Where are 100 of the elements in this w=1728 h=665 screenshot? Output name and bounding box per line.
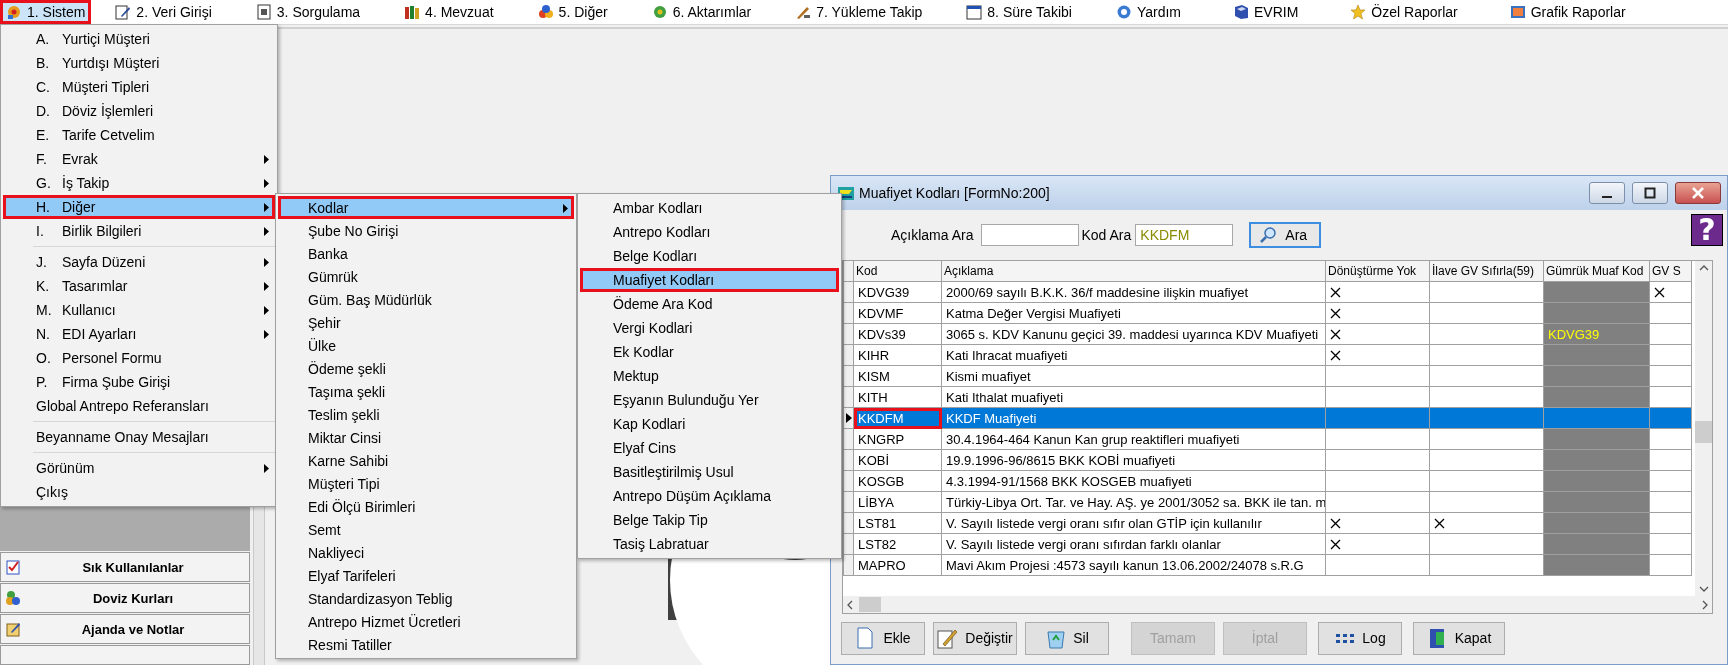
table-cell: MAPRO	[853, 554, 942, 576]
menu-item[interactable]: Taşıma şekli	[278, 380, 574, 403]
menu-item[interactable]: Antrepo Hizmet Ücretleri	[278, 610, 574, 633]
menu-item[interactable]: G. İş Takip	[3, 171, 275, 195]
chevron-left-icon	[847, 599, 853, 610]
action-button[interactable]: Log	[1318, 621, 1402, 655]
column-header[interactable]: Açıklama	[941, 261, 1326, 282]
menu-item[interactable]: Şube No Girişi	[278, 219, 574, 242]
action-button[interactable]: Ekle	[841, 621, 925, 655]
menu-item[interactable]: Gümrük	[278, 265, 574, 288]
row-header[interactable]	[843, 407, 854, 429]
menu-item[interactable]: Kodlar	[278, 196, 574, 219]
menu-item[interactable]: 1. Sistem	[0, 0, 92, 24]
table-cell: Katma Değer Vergisi Muafiyeti	[941, 302, 1326, 324]
menu-item[interactable]: F. Evrak	[3, 147, 275, 171]
menu-item[interactable]: 8. Süre Takibi	[960, 0, 1078, 24]
menu-item[interactable]: B. Yurtdışı Müşteri	[3, 51, 275, 75]
menu-item[interactable]: Ek Kodlar	[580, 340, 839, 364]
menu-item[interactable]: Şehir	[278, 311, 574, 334]
menu-item[interactable]: Ülke	[278, 334, 574, 357]
menu-item[interactable]: Ödeme şekli	[278, 357, 574, 380]
menu-item[interactable]: J. Sayfa Düzeni	[3, 250, 275, 274]
menu-item[interactable]: Görünüm	[3, 456, 275, 480]
close-button[interactable]	[1675, 182, 1721, 204]
menu-item[interactable]: H. Diğer	[3, 195, 275, 219]
menu-item[interactable]: Beyanname Onay Mesajları	[3, 425, 275, 449]
menu-item[interactable]: Edi Ölçü Birimleri	[278, 495, 574, 518]
vertical-scrollbar[interactable]	[1695, 261, 1712, 596]
menu-item[interactable]: Antrepo Düşüm Açıklama	[580, 484, 839, 508]
menu-item[interactable]: Teslim şekli	[278, 403, 574, 426]
minimize-icon	[1602, 196, 1612, 198]
menu-item[interactable]: Semt	[278, 518, 574, 541]
menu-item[interactable]: 7. Yükleme Takip	[789, 0, 929, 24]
menu-item[interactable]: Elyaf Cins	[580, 436, 839, 460]
menu-item[interactable]: I. Birlik Bilgileri	[3, 219, 275, 243]
menu-item[interactable]: Grafik Raporlar	[1503, 0, 1632, 24]
panel-button[interactable]: Doviz Kurları	[0, 583, 250, 613]
column-header[interactable]: İlave GV Sıfırla(59)	[1429, 261, 1544, 282]
menu-item[interactable]: Özel Raporlar	[1344, 0, 1464, 24]
column-header[interactable]: Gümrük Muaf Kod	[1543, 261, 1650, 282]
column-header[interactable]: GV S	[1649, 261, 1692, 282]
menu-item[interactable]: Standardizasyon Teblig	[278, 587, 574, 610]
menu-item[interactable]: Eşyanın Bulunduğu Yer	[580, 388, 839, 412]
menu-item[interactable]: A. Yurtiçi Müşteri	[3, 27, 275, 51]
menu-item[interactable]: Global Antrepo Referansları	[3, 394, 275, 418]
field-label: Kod Ara	[1081, 227, 1132, 243]
menu-item[interactable]: Tasiş Labratuar	[580, 532, 839, 556]
code-field[interactable]: KKDFM	[1135, 224, 1234, 246]
scroll-thumb[interactable]	[1695, 421, 1712, 443]
menu-item[interactable]: Yardım	[1109, 0, 1187, 24]
menu-item[interactable]: Muafiyet Kodları	[580, 268, 839, 292]
menu-item[interactable]: D. Döviz İşlemleri	[3, 99, 275, 123]
menu-item[interactable]: 6. Aktarımlar	[645, 0, 758, 24]
action-button[interactable]: Kapat	[1413, 621, 1505, 655]
search-field[interactable]	[981, 224, 1080, 246]
scroll-thumb[interactable]	[859, 597, 881, 612]
horizontal-scrollbar[interactable]	[843, 596, 1712, 613]
menu-item[interactable]: Resmi Tatiller	[278, 633, 574, 656]
menu-item[interactable]: Antrepo Kodları	[580, 220, 839, 244]
menu-item[interactable]: 2. Veri Girişi	[109, 0, 218, 24]
menu-item[interactable]: M. Kullanıcı	[3, 298, 275, 322]
menu-item[interactable]: Vergi Kodlari	[580, 316, 839, 340]
search-button[interactable]: Ara	[1249, 222, 1322, 248]
menu-item[interactable]: EVRIM	[1227, 0, 1305, 24]
menu-item[interactable]: O. Personel Formu	[3, 346, 275, 370]
maximize-button[interactable]	[1632, 182, 1668, 204]
menu-item[interactable]: Ödeme Ara Kod	[580, 292, 839, 316]
menu-item[interactable]: N. EDI Ayarları	[3, 322, 275, 346]
menu-item[interactable]: E. Tarife Cetvelim	[3, 123, 275, 147]
menu-item[interactable]: 4. Mevzuat	[398, 0, 500, 24]
action-button[interactable]: Sil	[1025, 621, 1109, 655]
menu-item[interactable]: Müşteri Tipi	[278, 472, 574, 495]
menu-item[interactable]: Belge Kodları	[580, 244, 839, 268]
column-header[interactable]: Kod	[853, 261, 942, 282]
menu-item[interactable]: Basitleştirilmiş Usul	[580, 460, 839, 484]
table-cell: KOSGB	[853, 470, 942, 492]
menu-item[interactable]: K. Tasarımlar	[3, 274, 275, 298]
menu-item[interactable]: Karne Sahibi	[278, 449, 574, 472]
menu-item[interactable]: Kap Kodlari	[580, 412, 839, 436]
action-button[interactable]: Değiştir	[933, 621, 1017, 655]
menu-item[interactable]: C. Müşteri Tipleri	[3, 75, 275, 99]
minimize-button[interactable]	[1589, 182, 1625, 204]
menu-item[interactable]: Miktar Cinsi	[278, 426, 574, 449]
menu-item[interactable]: Elyaf Tarifeleri	[278, 564, 574, 587]
menu-item[interactable]: Belge Takip Tip	[580, 508, 839, 532]
menu-item[interactable]: Çıkış	[3, 480, 275, 504]
menu-item[interactable]: Güm. Baş Müdürlük	[278, 288, 574, 311]
help-button[interactable]: ?	[1691, 214, 1723, 246]
panel-button[interactable]	[0, 645, 250, 665]
menu-item[interactable]: P. Firma Şube Girişi	[3, 370, 275, 394]
column-header[interactable]: Dönüştürme Yok	[1325, 261, 1430, 282]
menu-item[interactable]: 3. Sorgulama	[249, 0, 367, 24]
menu-item[interactable]: Ambar Kodları	[580, 196, 839, 220]
chevron-up-icon	[1698, 265, 1709, 271]
menu-item[interactable]: Nakliyeci	[278, 541, 574, 564]
menu-item[interactable]: 5. Diğer	[531, 0, 614, 24]
panel-button[interactable]: Sık Kullanılanlar	[0, 552, 250, 582]
panel-button[interactable]: Ajanda ve Notlar	[0, 614, 250, 644]
menu-item[interactable]: Banka	[278, 242, 574, 265]
menu-item[interactable]: Mektup	[580, 364, 839, 388]
